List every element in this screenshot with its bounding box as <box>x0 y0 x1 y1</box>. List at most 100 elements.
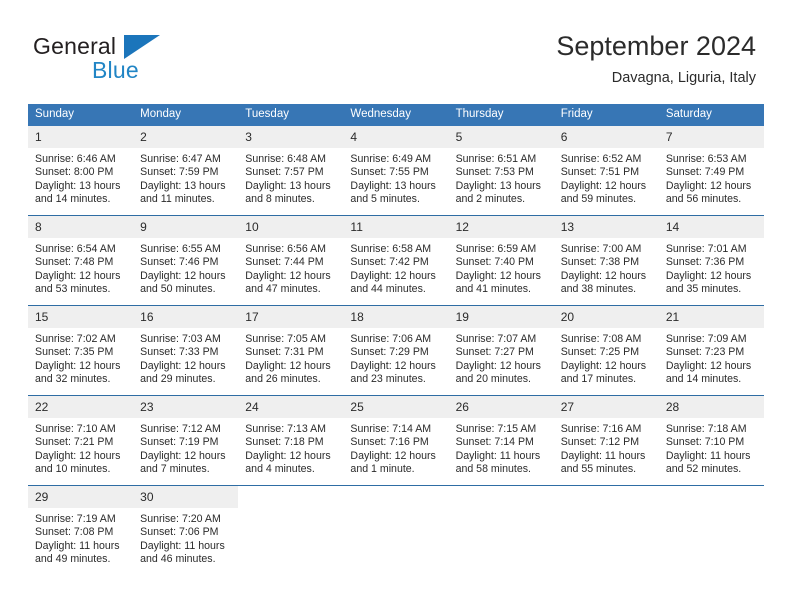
day-details: Sunrise: 7:10 AM Sunset: 7:21 PM Daylight:… <box>28 418 133 477</box>
day-cell-inner[interactable]: 30 Sunrise: 7:20 AM Sunset: 7:06 PM Dayligh… <box>133 486 239 575</box>
day-cell-inner[interactable]: 7 Sunrise: 6:53 AM Sunset: 7:49 PM Daylight… <box>658 126 764 215</box>
day-cell-inner-empty <box>659 486 764 575</box>
sunset-text: Sunset: 7:18 PM <box>245 436 324 449</box>
day-number: 8 <box>28 216 134 238</box>
day-cell: 11 Sunrise: 6:58 AM Sunset: 7:42 PM Dayligh… <box>343 215 449 306</box>
day-cell-inner[interactable]: 25 Sunrise: 7:14 AM Sunset: 7:16 PM Dayligh… <box>343 396 449 485</box>
day-cell-inner[interactable]: 16 Sunrise: 7:03 AM Sunset: 7:33 PM Dayligh… <box>133 306 239 395</box>
day-cell-inner[interactable]: 19 Sunrise: 7:07 AM Sunset: 7:27 PM Dayligh… <box>448 306 554 395</box>
title-block: September 2024 Davagna, Liguria, Italy <box>556 30 756 88</box>
daylight-text-line2: and 17 minutes. <box>560 373 637 386</box>
day-cell-inner[interactable]: 12 Sunrise: 6:59 AM Sunset: 7:40 PM Dayligh… <box>448 216 554 305</box>
sunset-text: Sunset: 7:38 PM <box>560 256 640 269</box>
daylight-text-line1: Daylight: 12 hours <box>140 359 226 372</box>
sunrise-text: Sunrise: 6:55 AM <box>140 243 221 255</box>
daylight-text-line2: and 14 minutes. <box>665 373 742 386</box>
day-cell-inner[interactable]: 29 Sunrise: 7:19 AM Sunset: 7:08 PM Dayligh… <box>28 486 134 575</box>
day-cell-inner[interactable]: 13 Sunrise: 7:00 AM Sunset: 7:38 PM Dayligh… <box>553 216 659 305</box>
day-cell-inner[interactable]: 6 Sunrise: 6:52 AM Sunset: 7:51 PM Daylight… <box>553 126 659 215</box>
day-details: Sunrise: 6:47 AM Sunset: 7:59 PM Daylight:… <box>133 148 238 207</box>
daylight-text-line1: Daylight: 11 hours <box>665 449 751 462</box>
daylight-text-line2: and 26 minutes. <box>245 373 321 386</box>
day-cell-inner[interactable]: 4 Sunrise: 6:49 AM Sunset: 7:55 PM Daylight… <box>343 126 449 215</box>
daylight-text-line1: Daylight: 12 hours <box>455 359 541 372</box>
daylight-text-line1: Daylight: 12 hours <box>350 449 436 462</box>
day-number: 24 <box>238 396 344 418</box>
day-cell-inner[interactable]: 8 Sunrise: 6:54 AM Sunset: 7:48 PM Daylight… <box>28 216 134 305</box>
sunset-text: Sunset: 7:40 PM <box>455 256 534 269</box>
sunrise-text: Sunrise: 7:12 AM <box>140 423 221 435</box>
day-cell: 3 Sunrise: 6:48 AM Sunset: 7:57 PM Daylight… <box>238 126 344 216</box>
calendar-page: General Blue September 2024 Davagna, Lig… <box>0 0 792 612</box>
day-details: Sunrise: 7:20 AM Sunset: 7:06 PM Daylight:… <box>133 508 238 567</box>
daylight-text-line2: and 58 minutes. <box>455 463 531 476</box>
sunset-text: Sunset: 7:29 PM <box>350 346 429 359</box>
day-number: 25 <box>343 396 449 418</box>
weekday-header-monday: Monday <box>133 104 239 126</box>
daylight-text-line2: and 44 minutes. <box>350 283 426 296</box>
day-number: 29 <box>28 486 134 508</box>
day-cell-inner[interactable]: 11 Sunrise: 6:58 AM Sunset: 7:42 PM Dayligh… <box>343 216 449 305</box>
sunrise-text: Sunrise: 7:16 AM <box>560 423 642 435</box>
day-cell: 15 Sunrise: 7:02 AM Sunset: 7:35 PM Dayligh… <box>28 305 134 396</box>
day-cell-inner[interactable]: 23 Sunrise: 7:12 AM Sunset: 7:19 PM Dayligh… <box>133 396 239 485</box>
daylight-text-line1: Daylight: 12 hours <box>140 269 226 282</box>
day-cell-inner[interactable]: 10 Sunrise: 6:56 AM Sunset: 7:44 PM Dayligh… <box>238 216 344 305</box>
day-cell-inner[interactable]: 18 Sunrise: 7:06 AM Sunset: 7:29 PM Dayligh… <box>343 306 449 395</box>
day-cell-inner[interactable]: 26 Sunrise: 7:15 AM Sunset: 7:14 PM Dayligh… <box>448 396 554 485</box>
daylight-text-line2: and 55 minutes. <box>560 463 637 476</box>
day-cell-inner[interactable]: 15 Sunrise: 7:02 AM Sunset: 7:35 PM Dayligh… <box>28 306 134 395</box>
day-cell <box>448 485 554 575</box>
day-cell-inner[interactable]: 27 Sunrise: 7:16 AM Sunset: 7:12 PM Dayligh… <box>553 396 659 485</box>
weekday-header-tuesday: Tuesday <box>238 104 344 126</box>
calendar-week-row: 29 Sunrise: 7:19 AM Sunset: 7:08 PM Dayligh… <box>28 485 764 575</box>
sunset-text: Sunset: 7:19 PM <box>140 436 219 449</box>
sunset-text: Sunset: 7:10 PM <box>665 436 745 449</box>
day-cell-inner[interactable]: 21 Sunrise: 7:09 AM Sunset: 7:23 PM Dayligh… <box>658 306 764 395</box>
daylight-text-line2: and 7 minutes. <box>140 463 210 476</box>
day-cell: 28 Sunrise: 7:18 AM Sunset: 7:10 PM Dayligh… <box>658 395 764 486</box>
day-cell-inner[interactable]: 17 Sunrise: 7:05 AM Sunset: 7:31 PM Dayligh… <box>238 306 344 395</box>
day-cell-inner-empty <box>449 486 554 575</box>
day-number: 3 <box>238 126 344 148</box>
generalblue-logo[interactable]: General Blue <box>33 33 223 85</box>
sunrise-text: Sunrise: 6:59 AM <box>455 243 537 255</box>
daylight-text-line2: and 2 minutes. <box>455 193 526 206</box>
sunrise-text: Sunrise: 6:49 AM <box>350 153 432 165</box>
day-cell-inner[interactable]: 28 Sunrise: 7:18 AM Sunset: 7:10 PM Dayligh… <box>658 396 764 485</box>
day-cell-inner[interactable]: 3 Sunrise: 6:48 AM Sunset: 7:57 PM Daylight… <box>238 126 344 215</box>
calendar-week-row: 1 Sunrise: 6:46 AM Sunset: 8:00 PM Daylight… <box>28 126 764 216</box>
sunrise-text: Sunrise: 7:07 AM <box>455 333 537 345</box>
daylight-text-line1: Daylight: 12 hours <box>665 179 752 192</box>
day-number: 17 <box>238 306 344 328</box>
day-cell <box>658 485 764 575</box>
sunset-text: Sunset: 7:57 PM <box>245 166 324 179</box>
daylight-text-line1: Daylight: 12 hours <box>35 269 121 282</box>
day-cell-inner[interactable]: 2 Sunrise: 6:47 AM Sunset: 7:59 PM Daylight… <box>133 126 239 215</box>
day-details: Sunrise: 7:03 AM Sunset: 7:33 PM Daylight:… <box>133 328 238 387</box>
daylight-text-line2: and 5 minutes. <box>350 193 420 206</box>
daylight-text-line1: Daylight: 12 hours <box>245 359 331 372</box>
day-cell-inner-empty <box>238 486 343 575</box>
sunrise-text: Sunrise: 7:02 AM <box>35 333 116 345</box>
day-details: Sunrise: 7:12 AM Sunset: 7:19 PM Daylight:… <box>133 418 238 477</box>
day-cell-inner[interactable]: 14 Sunrise: 7:01 AM Sunset: 7:36 PM Dayligh… <box>658 216 764 305</box>
day-cell: 21 Sunrise: 7:09 AM Sunset: 7:23 PM Dayligh… <box>658 305 764 396</box>
day-cell: 26 Sunrise: 7:15 AM Sunset: 7:14 PM Dayligh… <box>448 395 554 486</box>
day-cell-inner[interactable]: 1 Sunrise: 6:46 AM Sunset: 8:00 PM Daylight… <box>28 126 134 215</box>
day-cell: 23 Sunrise: 7:12 AM Sunset: 7:19 PM Dayligh… <box>133 395 239 486</box>
day-cell: 8 Sunrise: 6:54 AM Sunset: 7:48 PM Daylight… <box>28 215 134 306</box>
daylight-text-line2: and 49 minutes. <box>35 553 111 566</box>
day-cell-inner[interactable]: 20 Sunrise: 7:08 AM Sunset: 7:25 PM Dayligh… <box>553 306 659 395</box>
day-number: 16 <box>133 306 239 328</box>
sunrise-text: Sunrise: 7:00 AM <box>560 243 642 255</box>
sunrise-text: Sunrise: 7:15 AM <box>455 423 537 435</box>
day-details: Sunrise: 7:15 AM Sunset: 7:14 PM Daylight:… <box>449 418 554 477</box>
daylight-text-line2: and 50 minutes. <box>140 283 216 296</box>
day-number: 18 <box>343 306 449 328</box>
sunrise-text: Sunrise: 7:14 AM <box>350 423 432 435</box>
day-cell-inner[interactable]: 5 Sunrise: 6:51 AM Sunset: 7:53 PM Daylight… <box>448 126 554 215</box>
day-cell-inner[interactable]: 9 Sunrise: 6:55 AM Sunset: 7:46 PM Daylight… <box>133 216 239 305</box>
day-cell-inner[interactable]: 22 Sunrise: 7:10 AM Sunset: 7:21 PM Dayligh… <box>28 396 134 485</box>
day-cell-inner[interactable]: 24 Sunrise: 7:13 AM Sunset: 7:18 PM Dayligh… <box>238 396 344 485</box>
